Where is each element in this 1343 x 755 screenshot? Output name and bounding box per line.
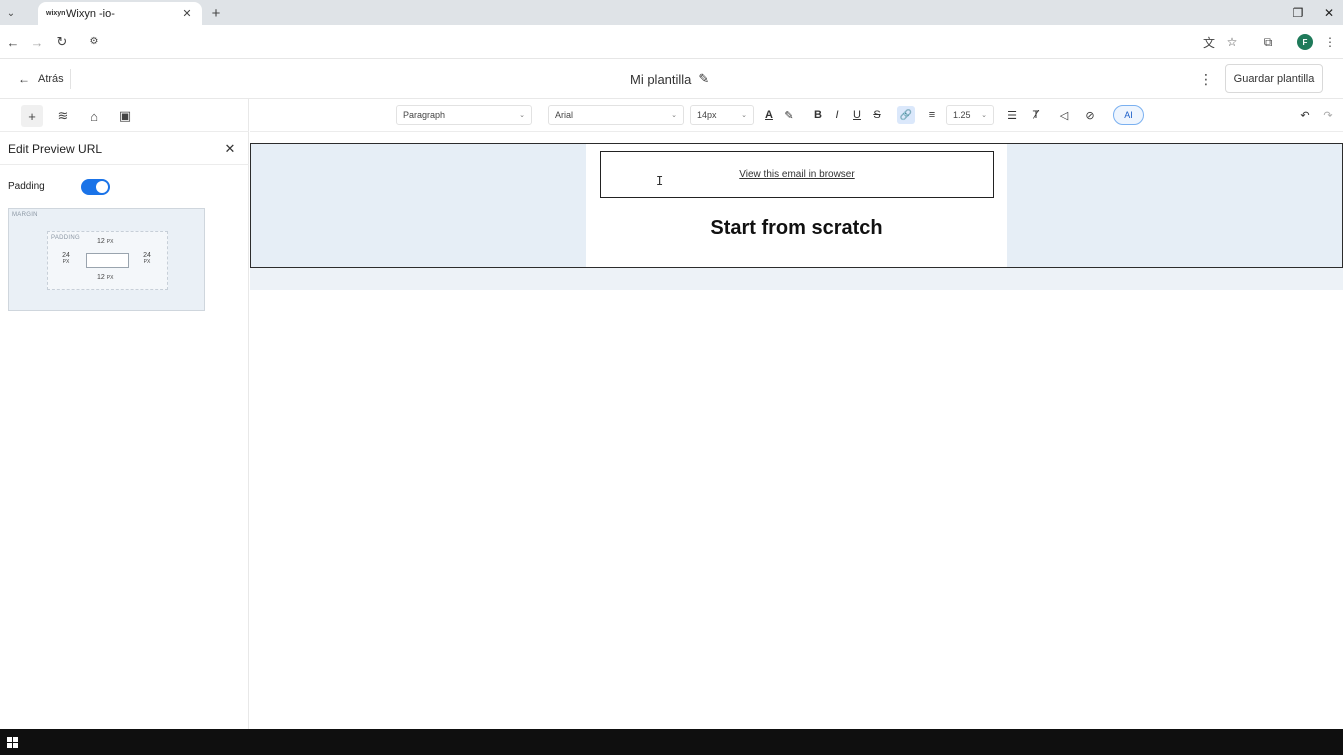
padding-bottom-value[interactable]: 12 PX bbox=[97, 274, 113, 281]
browser-menu-icon[interactable]: ⋮ bbox=[1321, 33, 1339, 51]
email-canvas: View this email in browser I Start from … bbox=[250, 132, 1343, 729]
redo-icon[interactable]: ↷ bbox=[1319, 106, 1337, 124]
back-label: Atrás bbox=[38, 73, 64, 85]
padding-right-value[interactable]: 24 PX bbox=[141, 252, 153, 265]
toggle-knob bbox=[96, 181, 108, 193]
clear-format-icon[interactable]: Ⱦ bbox=[1027, 106, 1045, 124]
link-icon[interactable]: 🔗 bbox=[897, 106, 915, 124]
add-block-icon[interactable]: + bbox=[21, 105, 43, 127]
window-close-icon[interactable]: ✕ bbox=[1319, 4, 1339, 22]
chevron-down-icon: ⌄ bbox=[741, 112, 747, 119]
reload-icon[interactable]: ↻ bbox=[53, 33, 71, 51]
heading-text[interactable]: Start from scratch bbox=[586, 217, 1007, 240]
align-center-icon[interactable]: ≡ bbox=[923, 106, 941, 124]
os-taskbar bbox=[0, 729, 1343, 755]
underline-icon[interactable]: U bbox=[848, 106, 866, 124]
text-color-icon[interactable]: A bbox=[760, 106, 778, 124]
padding-top-value[interactable]: 12 PX bbox=[97, 238, 113, 245]
address-bar[interactable]: ⚙ bbox=[80, 29, 1190, 55]
more-options-icon[interactable]: ⋮ bbox=[1198, 69, 1214, 89]
block-type-select[interactable]: Paragraph ⌄ bbox=[396, 105, 532, 125]
tab-list-icon[interactable]: ⌄ bbox=[2, 4, 20, 22]
highlight-icon[interactable]: ✎ bbox=[780, 106, 798, 124]
padding-box-label: PADDING bbox=[51, 235, 80, 241]
padding-left-value[interactable]: 24 PX bbox=[60, 252, 72, 265]
bookmark-icon[interactable]: ☆ bbox=[1223, 33, 1241, 51]
section-drop-zone bbox=[250, 268, 1343, 290]
email-section[interactable]: View this email in browser I Start from … bbox=[250, 143, 1343, 268]
format-toolbar: Paragraph ⌄ Arial ⌄ 14px ⌄ A ✎ B I U S 🔗… bbox=[250, 99, 1343, 132]
content-box bbox=[86, 253, 129, 268]
back-icon[interactable]: ← bbox=[4, 33, 22, 51]
paint-roller-icon[interactable]: ⌂ bbox=[83, 105, 105, 127]
extensions-icon[interactable]: ⧉ bbox=[1259, 33, 1277, 51]
panel-tools: + ≋ ⌂ ▣ bbox=[0, 99, 249, 132]
template-title[interactable]: Mi plantilla ✎ bbox=[630, 69, 709, 89]
browser-toolbar: ← → ↻ ⚙ 文 ☆ ⧉ F ⋮ bbox=[0, 25, 1343, 59]
line-height-select[interactable]: 1.25 ⌄ bbox=[946, 105, 994, 125]
bulleted-list-icon[interactable]: ☰ bbox=[1003, 106, 1021, 124]
undo-icon[interactable]: ↶ bbox=[1296, 106, 1314, 124]
italic-icon[interactable]: I bbox=[828, 106, 846, 124]
chevron-down-icon: ⌄ bbox=[981, 112, 987, 119]
chevron-down-icon: ⌄ bbox=[519, 112, 525, 119]
header-divider bbox=[70, 69, 71, 89]
back-button[interactable]: ← Atrás bbox=[18, 69, 64, 89]
box-model-editor: MARGIN PADDING 12 PX 24 PX 24 PX 12 PX bbox=[8, 208, 205, 311]
padding-toggle[interactable] bbox=[81, 179, 110, 195]
browser-tab[interactable]: wixyn Wixyn -io- ✕ bbox=[38, 2, 202, 25]
window-restore-icon[interactable]: ❐ bbox=[1288, 4, 1308, 22]
close-icon[interactable]: ✕ bbox=[222, 141, 238, 157]
chevron-down-icon: ⌄ bbox=[671, 112, 677, 119]
forward-icon[interactable]: → bbox=[28, 33, 46, 51]
layers-icon[interactable]: ≋ bbox=[52, 105, 74, 127]
panel-divider bbox=[0, 164, 249, 165]
unlink-icon[interactable]: ⊘ bbox=[1081, 106, 1099, 124]
pencil-icon[interactable]: ✎ bbox=[698, 71, 709, 87]
tab-title: Wixyn -io- bbox=[66, 7, 115, 20]
translate-icon[interactable]: 文 bbox=[1200, 33, 1218, 51]
ai-assistant-button[interactable]: AI bbox=[1113, 105, 1144, 125]
left-panel: + ≋ ⌂ ▣ Edit Preview URL ✕ Padding MARGI… bbox=[0, 99, 249, 729]
padding-label: Padding bbox=[8, 181, 45, 192]
strikethrough-icon[interactable]: S bbox=[868, 106, 886, 124]
tab-close-icon[interactable]: ✕ bbox=[180, 7, 194, 20]
windows-start-icon[interactable] bbox=[7, 737, 19, 749]
new-tab-button[interactable]: + bbox=[207, 4, 225, 22]
app-header: ← Atrás Mi plantilla ✎ ⋮ Guardar plantil… bbox=[0, 59, 1343, 99]
merge-tag-icon[interactable]: ◁ bbox=[1055, 106, 1073, 124]
panel-title: Edit Preview URL bbox=[8, 142, 103, 156]
favicon-icon: wixyn bbox=[46, 9, 66, 17]
template-name: Mi plantilla bbox=[630, 71, 692, 87]
save-template-button[interactable]: Guardar plantilla bbox=[1225, 64, 1323, 93]
email-body: View this email in browser I Start from … bbox=[586, 144, 1007, 267]
site-info-icon[interactable]: ⚙ bbox=[87, 34, 101, 48]
arrow-left-icon: ← bbox=[18, 72, 30, 86]
bold-icon[interactable]: B bbox=[809, 106, 827, 124]
padding-box: PADDING 12 PX 24 PX 24 PX 12 PX bbox=[47, 231, 168, 290]
text-cursor-icon: I bbox=[656, 174, 664, 188]
font-family-select[interactable]: Arial ⌄ bbox=[548, 105, 684, 125]
profile-avatar[interactable]: F bbox=[1297, 34, 1313, 50]
margin-label: MARGIN bbox=[12, 212, 38, 218]
browser-tab-bar: ⌄ wixyn Wixyn -io- ✕ + ❐ ✕ bbox=[0, 0, 1343, 25]
view-in-browser-link[interactable]: View this email in browser bbox=[739, 169, 854, 180]
save-block-icon[interactable]: ▣ bbox=[114, 105, 136, 127]
font-size-select[interactable]: 14px ⌄ bbox=[690, 105, 754, 125]
